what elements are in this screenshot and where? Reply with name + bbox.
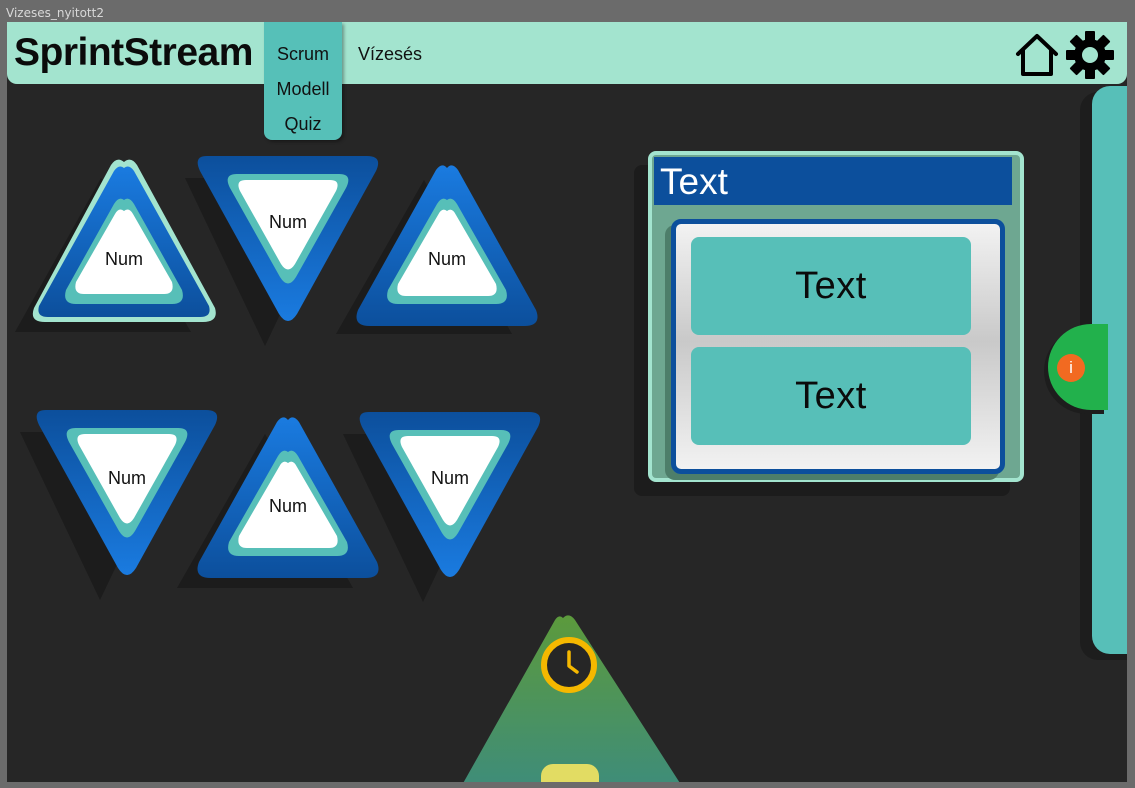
menu-item-vizeses[interactable]: Vízesés: [358, 44, 422, 65]
info-tab[interactable]: i: [1048, 324, 1108, 410]
top-navbar: SprintStream Vízesés: [7, 22, 1127, 84]
gear-icon[interactable]: [1065, 30, 1115, 80]
num-triangle-6[interactable]: Num: [343, 412, 545, 602]
card-option-button-1[interactable]: Text: [691, 237, 971, 335]
triangle-value: Num: [430, 468, 469, 488]
brand-title: SprintStream: [14, 31, 253, 74]
menu-item-quiz[interactable]: Quiz: [264, 114, 342, 135]
menu-item-modell[interactable]: Modell: [264, 79, 342, 100]
menu-dropdown: Scrum Modell Quiz: [264, 22, 342, 140]
card-title: Text: [654, 157, 1012, 205]
card-options-panel: Text Text: [671, 219, 1005, 474]
home-icon[interactable]: [1012, 30, 1062, 80]
card-option-button-2[interactable]: Text: [691, 347, 971, 445]
menu-item-scrum[interactable]: Scrum: [264, 44, 342, 65]
num-triangle-3[interactable]: Num: [336, 160, 542, 334]
text-card: Text Text Text: [648, 151, 1024, 482]
bottom-handle[interactable]: [541, 764, 599, 782]
triangle-value: Num: [104, 249, 143, 269]
clock-icon[interactable]: [540, 636, 598, 694]
triangle-value: Num: [427, 249, 466, 269]
app-canvas: SprintStream Vízesés Scrum Modell Quiz i…: [7, 22, 1127, 782]
window-title: Vizeses_nyitott2: [6, 6, 104, 20]
info-icon[interactable]: i: [1057, 354, 1085, 382]
